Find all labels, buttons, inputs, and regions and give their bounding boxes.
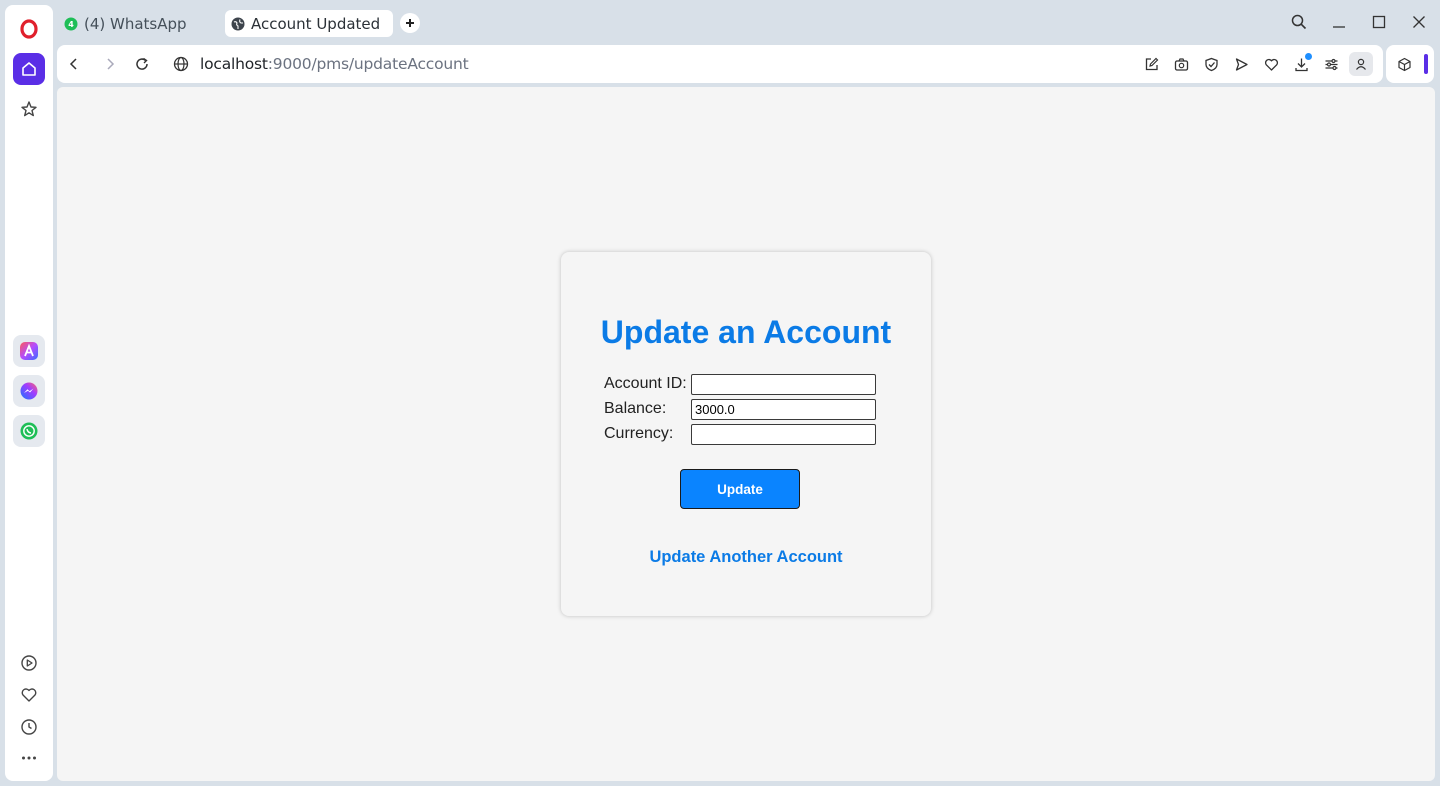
account-id-row: Account ID: (604, 373, 876, 395)
currency-label: Currency: (604, 425, 674, 442)
home-icon[interactable] (13, 53, 45, 85)
easy-setup-icon[interactable] (1321, 54, 1341, 74)
browser-sidebar (5, 5, 53, 781)
camera-icon[interactable] (1171, 54, 1191, 74)
more-dots-icon[interactable] (13, 742, 45, 774)
tab-account-updated[interactable]: Account Updated (225, 10, 393, 37)
whatsapp-sidebar-icon[interactable] (13, 415, 45, 447)
send-icon[interactable] (1231, 54, 1251, 74)
maximize-icon[interactable] (1369, 12, 1389, 32)
tab-label: (4) WhatsApp (84, 14, 187, 33)
tab-whatsapp[interactable]: 4 (4) WhatsApp (60, 10, 220, 37)
extensions-cube-icon[interactable] (1394, 54, 1414, 74)
back-arrow-icon[interactable] (64, 54, 84, 74)
currency-input[interactable] (691, 423, 876, 445)
url-host: localhost (200, 55, 268, 73)
balance-input[interactable] (691, 398, 876, 420)
plus-icon (406, 19, 414, 27)
download-badge (1305, 53, 1312, 60)
page-viewport: Update an Account Account ID: Balance: C… (57, 87, 1435, 781)
close-icon[interactable] (1409, 12, 1429, 32)
update-button[interactable]: Update (680, 469, 800, 509)
whatsapp-icon: 4 (64, 17, 78, 31)
svg-text:4: 4 (68, 20, 74, 29)
account-id-input[interactable] (691, 373, 876, 395)
extensions-box (1386, 45, 1434, 83)
currency-row: Currency: (604, 423, 876, 445)
star-icon[interactable] (13, 93, 45, 125)
reload-icon[interactable] (132, 54, 152, 74)
sidebar-accent-indicator (1424, 54, 1428, 74)
site-info-globe-icon[interactable] (171, 54, 191, 74)
history-clock-icon[interactable] (13, 711, 45, 743)
aria-app-icon[interactable] (13, 335, 45, 367)
player-icon[interactable] (13, 647, 45, 679)
url-field[interactable]: localhost:9000/pms/updateAccount (200, 55, 469, 73)
update-another-account-link[interactable]: Update Another Account (561, 548, 931, 567)
account-id-label: Account ID: (604, 375, 687, 392)
edit-icon[interactable] (1141, 54, 1161, 74)
page-title: Update an Account (600, 314, 892, 350)
download-icon[interactable] (1291, 53, 1312, 74)
profile-icon[interactable] (1349, 52, 1373, 76)
url-path: :9000/pms/updateAccount (267, 55, 469, 73)
address-bar: localhost:9000/pms/updateAccount (57, 45, 1383, 83)
tab-label: Account Updated (251, 14, 381, 33)
new-tab-button[interactable] (400, 13, 420, 33)
globe-icon (231, 17, 245, 31)
balance-label: Balance: (604, 400, 667, 417)
balance-row: Balance: (604, 398, 876, 420)
messenger-icon[interactable] (13, 375, 45, 407)
minimize-icon[interactable] (1329, 12, 1349, 32)
update-account-card: Update an Account Account ID: Balance: C… (561, 252, 931, 616)
heart-icon[interactable] (13, 679, 45, 711)
opera-logo-icon[interactable] (13, 13, 45, 45)
shield-check-icon[interactable] (1201, 54, 1221, 74)
search-tabs-icon[interactable] (1289, 12, 1309, 32)
forward-arrow-icon[interactable] (100, 54, 120, 74)
heart-bookmark-icon[interactable] (1261, 54, 1281, 74)
